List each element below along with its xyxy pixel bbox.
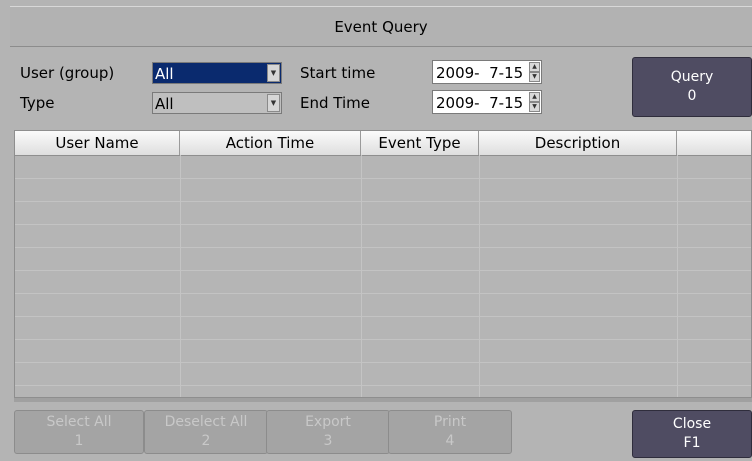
select-all-button[interactable]: Select All 1 xyxy=(14,410,144,454)
deselect-all-key: 2 xyxy=(201,433,211,449)
grid-column-line xyxy=(361,155,362,397)
grid-row-line xyxy=(15,385,751,386)
table-bottom-border xyxy=(14,398,752,402)
grid-row-line xyxy=(15,178,751,179)
grid-row-line xyxy=(15,224,751,225)
select-all-label: Select All xyxy=(46,414,112,430)
chevron-down-icon[interactable]: ▼ xyxy=(267,94,280,112)
end-time-spinner[interactable]: ▲ ▼ xyxy=(529,92,540,112)
column-header-extra[interactable] xyxy=(677,131,751,155)
user-group-value: All xyxy=(155,65,174,83)
table-header: User Name Action Time Event Type Descrip… xyxy=(15,131,751,156)
start-time-spinner[interactable]: ▲ ▼ xyxy=(529,62,540,82)
spin-up-icon[interactable]: ▲ xyxy=(529,92,540,102)
export-button[interactable]: Export 3 xyxy=(266,410,390,454)
event-table[interactable]: User Name Action Time Event Type Descrip… xyxy=(14,130,752,398)
column-header-action-time[interactable]: Action Time xyxy=(180,131,361,155)
grid-column-line xyxy=(479,155,480,397)
query-button-key: 0 xyxy=(687,88,697,104)
close-button[interactable]: Close F1 xyxy=(632,410,752,458)
close-button-key: F1 xyxy=(683,435,701,451)
start-time-field[interactable]: 2009- 7-15 ▲ ▼ xyxy=(432,60,542,84)
deselect-all-button[interactable]: Deselect All 2 xyxy=(144,410,268,454)
grid-column-line xyxy=(180,155,181,397)
window-title: Event Query xyxy=(334,18,428,36)
grid-row-line xyxy=(15,339,751,340)
end-time-value: 2009- 7-15 xyxy=(436,94,524,112)
grid-row-line xyxy=(15,362,751,363)
export-key: 3 xyxy=(323,433,333,449)
user-group-label: User (group) xyxy=(20,64,115,82)
chevron-down-icon[interactable]: ▼ xyxy=(267,64,280,82)
grid-row-line xyxy=(15,270,751,271)
end-time-label: End Time xyxy=(300,94,370,112)
export-label: Export xyxy=(305,414,351,430)
deselect-all-label: Deselect All xyxy=(164,414,248,430)
print-key: 4 xyxy=(445,433,455,449)
start-time-value: 2009- 7-15 xyxy=(436,64,524,82)
print-label: Print xyxy=(433,414,467,430)
grid-row-line xyxy=(15,293,751,294)
end-time-field[interactable]: 2009- 7-15 ▲ ▼ xyxy=(432,90,542,114)
column-header-user-name[interactable]: User Name xyxy=(15,131,180,155)
query-button[interactable]: Query 0 xyxy=(632,57,752,117)
column-header-description[interactable]: Description xyxy=(479,131,677,155)
type-value: All xyxy=(155,95,174,113)
user-group-select[interactable]: All ▼ xyxy=(152,62,282,84)
grid-row-line xyxy=(15,247,751,248)
type-select[interactable]: All ▼ xyxy=(152,92,282,114)
title-bar: Event Query xyxy=(10,6,752,47)
column-header-event-type[interactable]: Event Type xyxy=(361,131,479,155)
spin-up-icon[interactable]: ▲ xyxy=(529,62,540,72)
close-button-label: Close xyxy=(672,416,712,432)
select-all-key: 1 xyxy=(74,433,84,449)
query-button-label: Query xyxy=(670,69,714,85)
type-label: Type xyxy=(20,94,55,112)
spin-down-icon[interactable]: ▼ xyxy=(529,72,540,82)
print-button[interactable]: Print 4 xyxy=(388,410,512,454)
spin-down-icon[interactable]: ▼ xyxy=(529,102,540,112)
grid-column-line xyxy=(677,155,678,397)
start-time-label: Start time xyxy=(300,64,376,82)
grid-row-line xyxy=(15,201,751,202)
grid-row-line xyxy=(15,316,751,317)
